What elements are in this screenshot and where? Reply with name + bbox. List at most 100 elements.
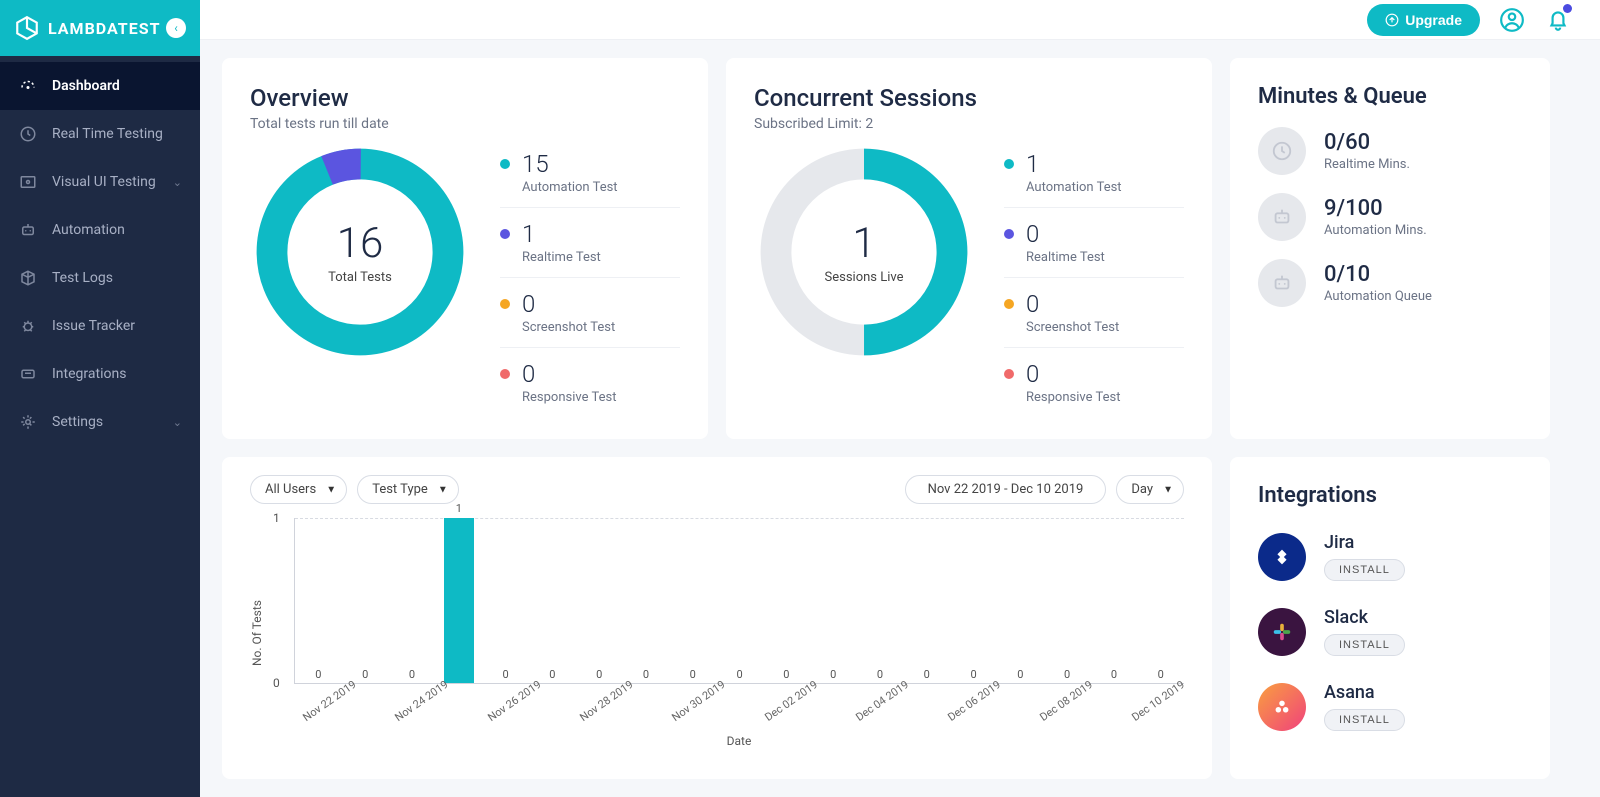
sidebar-item-automation[interactable]: Automation xyxy=(0,206,200,254)
stat-dot xyxy=(1004,369,1014,379)
stat-label: Responsive Test xyxy=(522,390,680,405)
clock-icon xyxy=(18,124,38,144)
filter-users-select[interactable]: All Users ▼ xyxy=(250,475,347,504)
filter-type-label: Test Type xyxy=(372,482,428,497)
bar-value-label: 0 xyxy=(315,668,321,681)
collapse-sidebar-button[interactable]: ‹ xyxy=(166,18,186,38)
chart-bar-column: 0 xyxy=(716,518,763,683)
logo-icon xyxy=(14,15,40,41)
stat-item: 0 Responsive Test xyxy=(500,354,680,417)
upgrade-up-icon xyxy=(1385,13,1399,27)
chevron-down-icon: ⌄ xyxy=(173,416,182,429)
overview-card: Overview Total tests run till date 16 To… xyxy=(222,58,708,439)
stat-dot xyxy=(500,159,510,169)
sidebar-item-settings[interactable]: Settings⌄ xyxy=(0,398,200,446)
robot-icon xyxy=(1258,193,1306,241)
bar-value-label: 0 xyxy=(362,668,368,681)
stat-value: 0 xyxy=(522,360,535,388)
minutes-queue-item: 0/10Automation Queue xyxy=(1258,259,1522,307)
stat-label: Screenshot Test xyxy=(1026,320,1184,335)
upgrade-button[interactable]: Upgrade xyxy=(1367,4,1480,36)
sidebar-item-label: Real Time Testing xyxy=(52,126,163,142)
notifications-button[interactable] xyxy=(1544,6,1572,34)
sidebar-item-issue-tracker[interactable]: Issue Tracker xyxy=(0,302,200,350)
bar-value-label: 1 xyxy=(456,502,462,515)
jira-icon xyxy=(1258,533,1306,581)
install-button[interactable]: INSTALL xyxy=(1324,709,1405,731)
stat-value: 15 xyxy=(522,150,549,178)
slack-icon xyxy=(1258,608,1306,656)
stat-dot xyxy=(1004,299,1014,309)
chart-bar-column: 0 xyxy=(576,518,623,683)
stat-item: 1 Realtime Test xyxy=(500,214,680,278)
sidebar-item-dashboard[interactable]: Dashboard xyxy=(0,62,200,110)
integration-name: Slack xyxy=(1324,607,1405,628)
stat-value: 1 xyxy=(522,220,535,248)
install-button[interactable]: INSTALL xyxy=(1324,559,1405,581)
bar-value-label: 0 xyxy=(1064,668,1070,681)
install-button[interactable]: INSTALL xyxy=(1324,634,1405,656)
integration-item-slack: Slack INSTALL xyxy=(1258,607,1522,656)
filter-test-type-select[interactable]: Test Type▼ xyxy=(357,475,459,504)
gear-icon xyxy=(18,412,38,432)
chart-bar-column: 0 xyxy=(763,518,810,683)
integration-item-asana: AsanaINSTALL xyxy=(1258,682,1522,731)
chart-bar-column: 0 xyxy=(295,518,342,683)
mq-label: Automation Mins. xyxy=(1324,223,1427,238)
chevron-down-icon: ▼ xyxy=(326,484,336,495)
brand-logo[interactable]: LAMBDATEST xyxy=(14,15,160,41)
sidebar-item-test-logs[interactable]: Test Logs xyxy=(0,254,200,302)
chart-bar-column: 0 xyxy=(857,518,904,683)
stat-item: 0Realtime Test xyxy=(1004,214,1184,278)
sidebar-item-real-time-testing[interactable]: Real Time Testing xyxy=(0,110,200,158)
stat-label: Screenshot Test xyxy=(522,320,680,335)
sidebar-item-label: Visual UI Testing xyxy=(52,174,156,190)
clock-icon xyxy=(1258,127,1306,175)
integration-name: Jira xyxy=(1324,532,1405,553)
sidebar-item-integrations[interactable]: Integrations xyxy=(0,350,200,398)
minutes-queue-card: Minutes & Queue 0/60Realtime Mins.9/100A… xyxy=(1230,58,1550,439)
stat-label: Realtime Test xyxy=(1026,250,1184,265)
overview-subtitle: Total tests run till date xyxy=(250,116,680,132)
stat-label: Realtime Test xyxy=(522,250,680,265)
chart-bar-column: 0 xyxy=(342,518,389,683)
stat-dot xyxy=(500,229,510,239)
notification-dot xyxy=(1563,4,1572,13)
sidebar-item-label: Issue Tracker xyxy=(52,318,135,334)
robot-icon xyxy=(1258,259,1306,307)
main: Upgrade Overview Total tests run till da… xyxy=(200,0,1600,797)
profile-button[interactable] xyxy=(1498,6,1526,34)
bar-value-label: 0 xyxy=(596,668,602,681)
chart-ytick: 1 xyxy=(273,511,280,525)
concurrent-subtitle: Subscribed Limit: 2 xyxy=(754,116,1184,132)
stat-dot xyxy=(1004,229,1014,239)
sidebar-item-visual-ui-testing[interactable]: Visual UI Testing⌄ xyxy=(0,158,200,206)
bar-value-label: 0 xyxy=(549,668,555,681)
chart-bar-column: 0 xyxy=(810,518,857,683)
stat-value: 1 xyxy=(1026,150,1039,178)
bar-value-label: 0 xyxy=(783,668,789,681)
bar-value-label: 0 xyxy=(877,668,883,681)
bar-value-label: 0 xyxy=(502,668,508,681)
bar-value-label: 0 xyxy=(970,668,976,681)
stat-item: 15Automation Test xyxy=(500,144,680,208)
concurrent-card: Concurrent Sessions Subscribed Limit: 2 … xyxy=(726,58,1212,439)
stat-label: Responsive Test xyxy=(1026,390,1184,405)
chart-bar-column: 0 xyxy=(623,518,670,683)
overview-total-label: Total Tests xyxy=(328,270,392,285)
bug-icon xyxy=(18,316,38,336)
gauge-icon xyxy=(18,76,38,96)
granularity-select[interactable]: Day▼ xyxy=(1116,475,1184,504)
date-range-select[interactable]: Nov 22 2019 - Dec 10 2019 xyxy=(905,475,1107,504)
cube-icon xyxy=(18,268,38,288)
mq-label: Automation Queue xyxy=(1324,289,1432,304)
upgrade-label: Upgrade xyxy=(1405,12,1462,28)
filter-users-label: All Users xyxy=(265,482,316,497)
minutes-queue-item: 0/60Realtime Mins. xyxy=(1258,127,1522,175)
bar-value-label: 0 xyxy=(1111,668,1117,681)
bar-value-label: 0 xyxy=(690,668,696,681)
robot-icon xyxy=(18,220,38,240)
chart-bar-column: 0 xyxy=(482,518,529,683)
chart-bar-column: 0 xyxy=(1091,518,1138,683)
stat-item: 0Screenshot Test xyxy=(500,284,680,348)
